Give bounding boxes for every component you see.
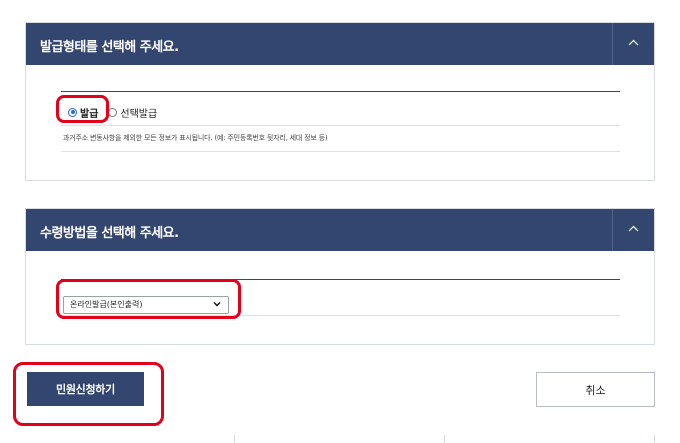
submit-application-button[interactable]: 민원신청하기 <box>27 372 144 406</box>
collapse-issue-type-button[interactable] <box>612 23 654 65</box>
bottom-separator <box>234 435 235 443</box>
receive-method-title: 수령방법을 선택해 주세요. <box>40 226 179 241</box>
radio-selective-issue-label: 선택발급 <box>120 108 158 120</box>
divider <box>61 151 620 152</box>
issue-type-title: 발급형태를 선택해 주세요. <box>40 40 179 55</box>
radio-issue-label: 발급 <box>80 108 99 120</box>
bottom-separator <box>444 435 445 443</box>
chevron-down-icon <box>213 301 221 307</box>
issue-type-radio-group: 발급 선택발급 <box>68 103 167 121</box>
receive-method-select[interactable]: 온라인발급(본인출력) <box>63 296 229 314</box>
receive-method-panel: 수령방법을 선택해 주세요. 온라인발급(본인출력) <box>25 208 655 345</box>
divider <box>61 125 620 126</box>
radio-issue[interactable]: 발급 <box>68 105 98 120</box>
radio-selective-issue[interactable]: 선택발급 <box>108 105 157 120</box>
chevron-up-icon <box>628 39 639 46</box>
receive-method-selected-value: 온라인발급(본인출력) <box>70 300 143 309</box>
divider <box>61 91 620 92</box>
cancel-button[interactable]: 취소 <box>536 372 655 407</box>
issue-type-panel: 발급형태를 선택해 주세요. 발급 선택발급 과거주소 변동사항을 제외한 모든… <box>25 22 655 181</box>
radio-unchecked-icon <box>108 107 118 117</box>
chevron-up-icon <box>628 225 639 232</box>
divider <box>61 279 620 280</box>
issue-type-description: 과거주소 변동사항을 제외한 모든 정보가 표시됩니다. (예: 주민등록번호 … <box>63 134 328 142</box>
divider <box>61 315 620 316</box>
collapse-receive-method-button[interactable] <box>612 209 654 251</box>
receive-method-header: 수령방법을 선택해 주세요. <box>26 209 654 251</box>
issue-type-header: 발급형태를 선택해 주세요. <box>26 23 654 65</box>
radio-checked-icon <box>68 107 77 117</box>
bottom-separator <box>654 435 655 443</box>
